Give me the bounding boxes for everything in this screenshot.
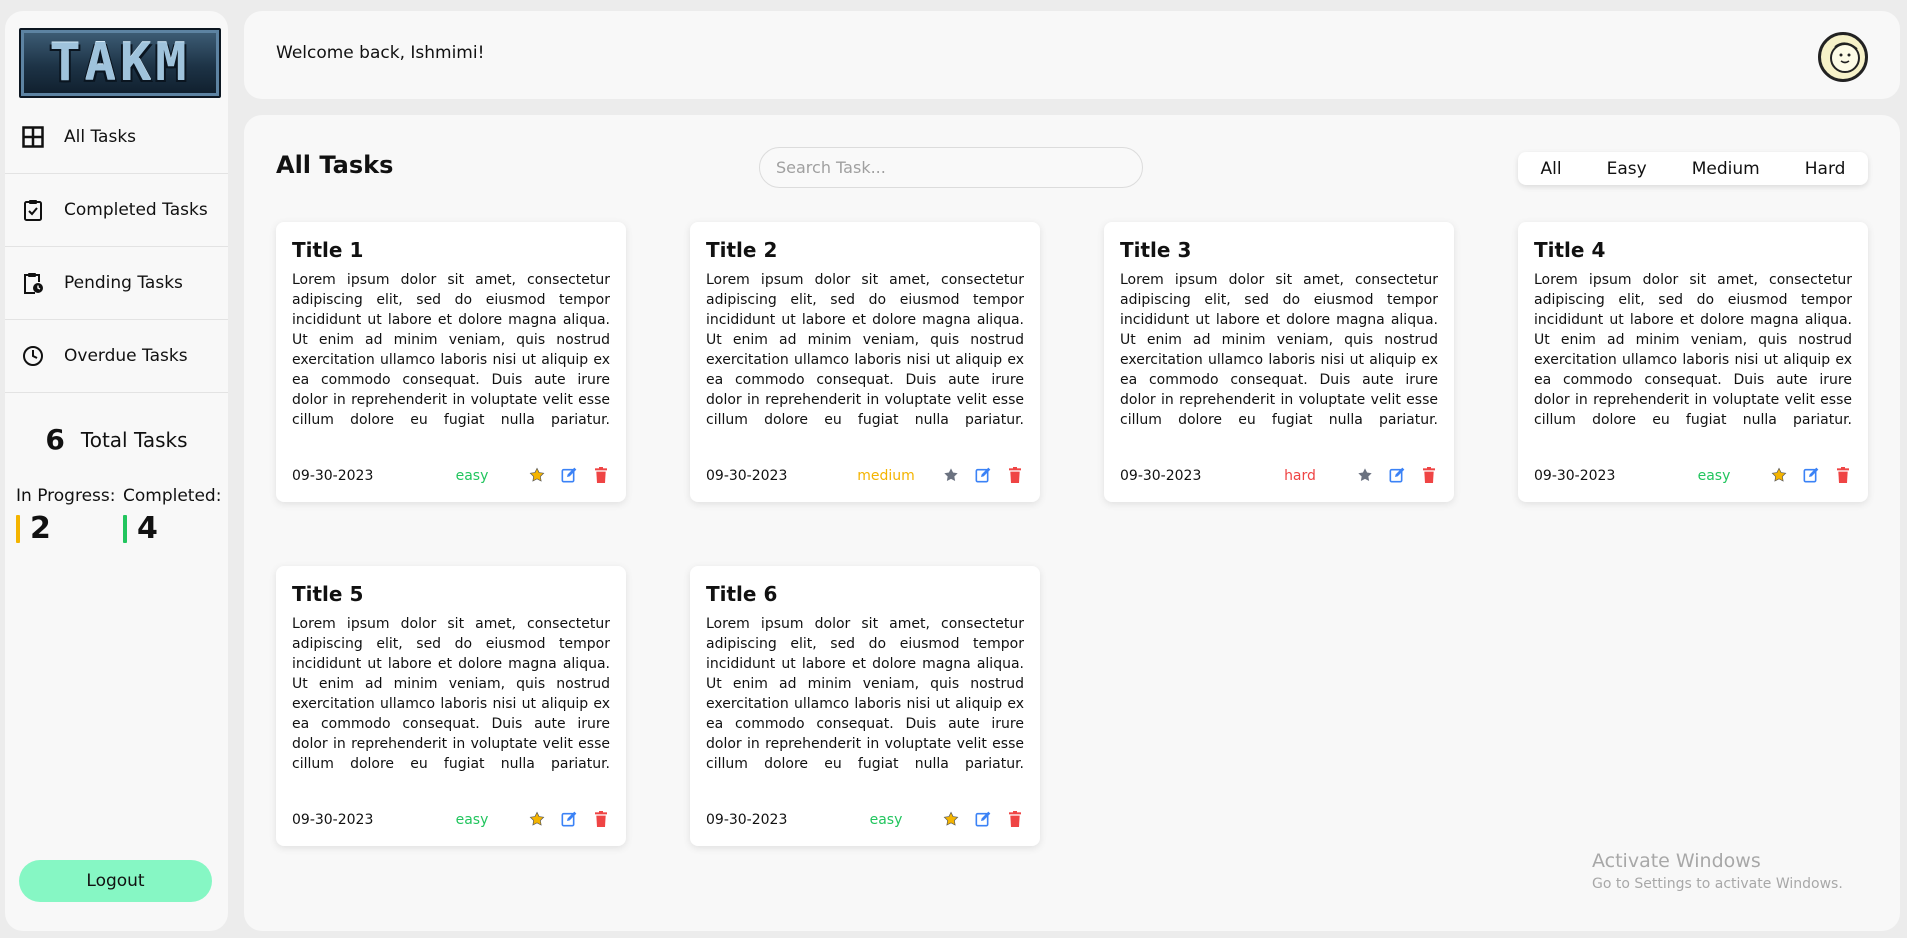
task-date: 09-30-2023 [292, 812, 374, 828]
sidebar-nav: All Tasks Completed Tasks Pending Tasks … [5, 101, 228, 393]
star-icon[interactable] [528, 810, 546, 828]
total-tasks: 6 Total Tasks [5, 423, 228, 456]
task-date: 09-30-2023 [706, 812, 788, 828]
edit-icon[interactable] [1388, 466, 1406, 484]
task-title: Title 2 [706, 238, 778, 262]
logo[interactable]: TAKM [19, 28, 221, 98]
search-input[interactable] [759, 147, 1143, 188]
sidebar-item-all-tasks[interactable]: All Tasks [5, 101, 228, 174]
delete-icon[interactable] [1834, 466, 1852, 484]
app: TAKM All Tasks Completed Tasks Pending T… [0, 0, 1907, 938]
clipboard-check-icon [21, 198, 45, 222]
header: Welcome back, Ishmimi! [244, 11, 1900, 99]
total-tasks-count: 6 [45, 423, 65, 456]
clipboard-clock-icon [21, 271, 45, 295]
task-card: Title 6 Lorem ipsum dolor sit amet, cons… [690, 566, 1040, 846]
task-difficulty: hard [1284, 468, 1316, 484]
edit-icon[interactable] [560, 466, 578, 484]
task-difficulty: medium [857, 468, 915, 484]
star-icon[interactable] [1356, 466, 1374, 484]
star-icon[interactable] [942, 810, 960, 828]
edit-icon[interactable] [560, 810, 578, 828]
task-card: Title 1 Lorem ipsum dolor sit amet, cons… [276, 222, 626, 502]
in-progress-count: 2 [30, 511, 51, 546]
sidebar-item-label: Overdue Tasks [64, 346, 188, 366]
task-description: Lorem ipsum dolor sit amet, consectetur … [706, 272, 1024, 428]
task-title: Title 3 [1120, 238, 1192, 262]
task-footer: 09-30-2023 medium [706, 466, 1024, 488]
task-card: Title 5 Lorem ipsum dolor sit amet, cons… [276, 566, 626, 846]
sidebar-item-pending-tasks[interactable]: Pending Tasks [5, 247, 228, 320]
task-title: Title 4 [1534, 238, 1606, 262]
task-difficulty: easy [455, 812, 489, 828]
completed-count: 4 [137, 511, 158, 546]
task-difficulty: easy [1697, 468, 1731, 484]
in-progress-stat: In Progress: 2 [16, 486, 115, 546]
task-footer: 09-30-2023 easy [292, 466, 610, 488]
completed-bar [123, 514, 127, 543]
task-difficulty: easy [455, 468, 489, 484]
windows-activation-watermark: Activate Windows Go to Settings to activ… [1592, 850, 1843, 892]
watermark-subtitle: Go to Settings to activate Windows. [1592, 876, 1843, 892]
completed-stat: Completed: 4 [123, 486, 221, 546]
task-date: 09-30-2023 [292, 468, 374, 484]
watermark-title: Activate Windows [1592, 850, 1761, 872]
filter-hard[interactable]: Hard [1795, 159, 1856, 179]
star-icon[interactable] [528, 466, 546, 484]
delete-icon[interactable] [1006, 466, 1024, 484]
task-description: Lorem ipsum dolor sit amet, consectetur … [1534, 272, 1852, 428]
task-footer: 09-30-2023 easy [1534, 466, 1852, 488]
main-panel: All Tasks All Easy Medium Hard Title 1 L… [244, 115, 1900, 931]
edit-icon[interactable] [1802, 466, 1820, 484]
delete-icon[interactable] [1006, 810, 1024, 828]
task-description: Lorem ipsum dolor sit amet, consectetur … [292, 272, 610, 428]
task-title: Title 5 [292, 582, 364, 606]
delete-icon[interactable] [592, 810, 610, 828]
sidebar-item-label: Pending Tasks [64, 273, 183, 293]
task-description: Lorem ipsum dolor sit amet, consectetur … [1120, 272, 1438, 428]
star-icon[interactable] [1770, 466, 1788, 484]
task-footer: 09-30-2023 easy [292, 810, 610, 832]
task-card: Title 2 Lorem ipsum dolor sit amet, cons… [690, 222, 1040, 502]
task-title: Title 6 [706, 582, 778, 606]
task-date: 09-30-2023 [1120, 468, 1202, 484]
task-date: 09-30-2023 [706, 468, 788, 484]
completed-label: Completed: [123, 486, 222, 506]
filter-easy[interactable]: Easy [1597, 159, 1657, 179]
logo-text: TAKM [49, 33, 191, 93]
sidebar-item-completed-tasks[interactable]: Completed Tasks [5, 174, 228, 247]
in-progress-bar [16, 514, 20, 543]
total-tasks-label: Total Tasks [80, 427, 188, 452]
sidebar-item-overdue-tasks[interactable]: Overdue Tasks [5, 320, 228, 393]
welcome-message: Welcome back, Ishmimi! [276, 43, 485, 63]
task-description: Lorem ipsum dolor sit amet, consectetur … [292, 616, 610, 772]
in-progress-label: In Progress: [16, 486, 116, 506]
avatar-icon[interactable] [1818, 32, 1868, 82]
filter-all[interactable]: All [1531, 159, 1572, 179]
page-title: All Tasks [276, 151, 394, 179]
edit-icon[interactable] [974, 466, 992, 484]
sidebar: TAKM All Tasks Completed Tasks Pending T… [5, 11, 228, 931]
task-footer: 09-30-2023 hard [1120, 466, 1438, 488]
sidebar-item-label: Completed Tasks [64, 200, 208, 220]
task-date: 09-30-2023 [1534, 468, 1616, 484]
grid-icon [21, 125, 45, 149]
task-difficulty: easy [869, 812, 903, 828]
delete-icon[interactable] [592, 466, 610, 484]
task-card: Title 3 Lorem ipsum dolor sit amet, cons… [1104, 222, 1454, 502]
task-title: Title 1 [292, 238, 364, 262]
logout-button[interactable]: Logout [19, 860, 212, 902]
clock-icon [21, 344, 45, 368]
sidebar-item-label: All Tasks [64, 127, 137, 147]
task-footer: 09-30-2023 easy [706, 810, 1024, 832]
filter-medium[interactable]: Medium [1682, 159, 1770, 179]
task-description: Lorem ipsum dolor sit amet, consectetur … [706, 616, 1024, 772]
edit-icon[interactable] [974, 810, 992, 828]
task-card: Title 4 Lorem ipsum dolor sit amet, cons… [1518, 222, 1868, 502]
delete-icon[interactable] [1420, 466, 1438, 484]
difficulty-filter: All Easy Medium Hard [1518, 152, 1868, 185]
star-icon[interactable] [942, 466, 960, 484]
